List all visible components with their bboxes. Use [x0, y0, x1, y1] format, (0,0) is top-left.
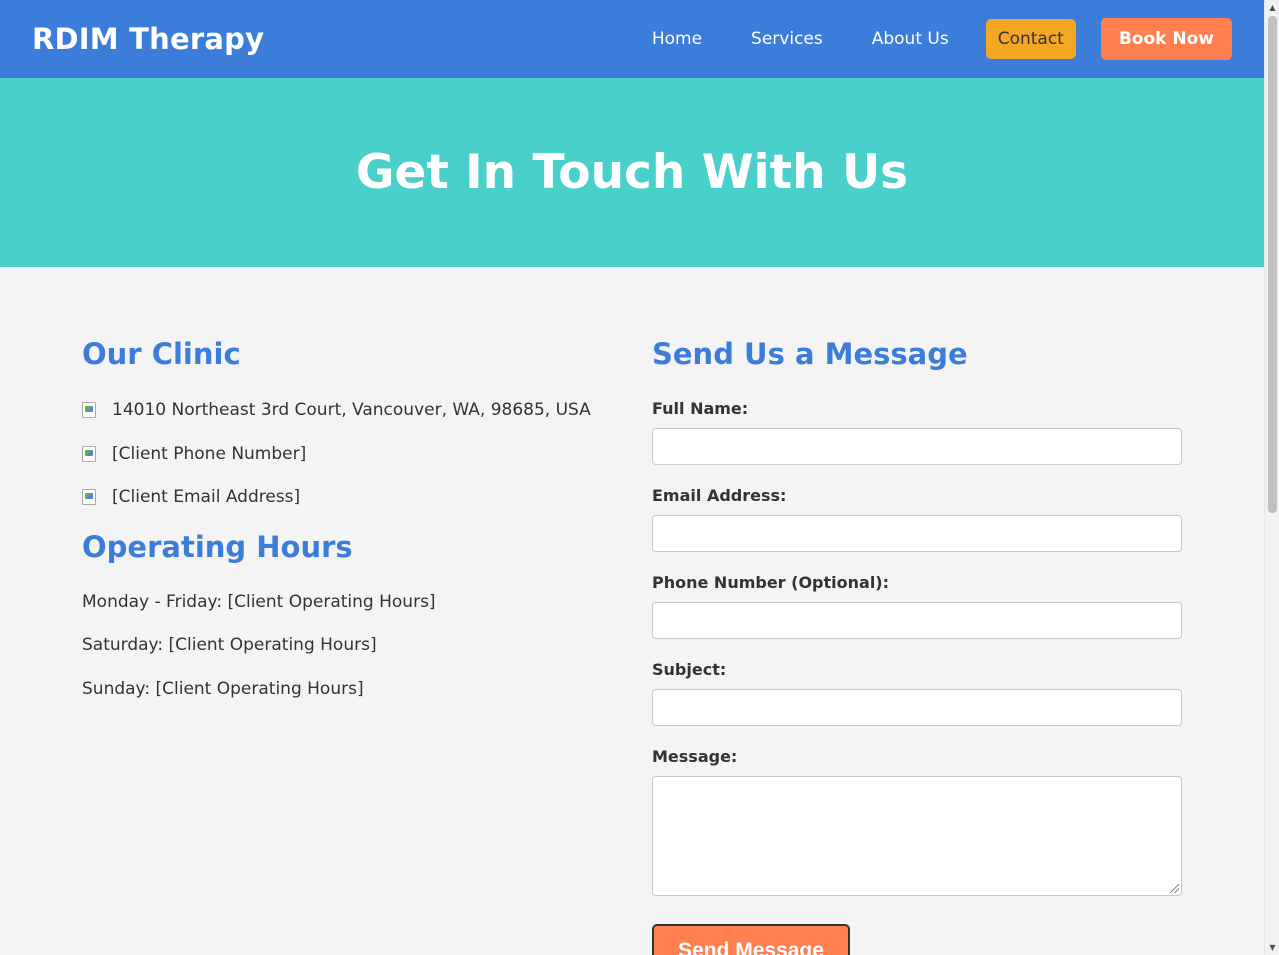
clinic-phone-text: [Client Phone Number]	[112, 443, 307, 464]
hours-weekday: Monday - Friday: [Client Operating Hours…	[82, 591, 436, 612]
full-name-label: Full Name:	[652, 399, 749, 418]
page: RDIM Therapy Home Services About Us Cont…	[0, 0, 1264, 955]
hours-sunday: Sunday: [Client Operating Hours]	[82, 678, 364, 699]
clinic-address-text: 14010 Northeast 3rd Court, Vancouver, WA…	[112, 400, 591, 420]
message-textarea[interactable]	[652, 776, 1182, 896]
nav-about-link[interactable]: About Us	[872, 20, 949, 58]
page-title: Get In Touch With Us	[355, 145, 909, 200]
vertical-scrollbar[interactable]: ▲ ▼	[1264, 0, 1279, 955]
location-icon	[82, 402, 98, 418]
full-name-input[interactable]	[652, 428, 1182, 465]
nav-services-link[interactable]: Services	[751, 20, 823, 58]
clinic-address-item: 14010 Northeast 3rd Court, Vancouver, WA…	[82, 399, 652, 421]
scroll-down-arrow-icon[interactable]: ▼	[1265, 940, 1279, 955]
phone-label: Phone Number (Optional):	[652, 573, 890, 592]
email-input[interactable]	[652, 515, 1182, 552]
contact-content: Our Clinic 14010 Northeast 3rd Court, Va…	[0, 267, 1264, 955]
book-now-button[interactable]: Book Now	[1100, 18, 1232, 60]
phone-input[interactable]	[652, 602, 1182, 639]
hero-banner: Get In Touch With Us	[0, 78, 1264, 267]
clinic-info-list: 14010 Northeast 3rd Court, Vancouver, WA…	[82, 399, 652, 508]
scroll-thumb[interactable]	[1268, 16, 1277, 513]
main-nav: Home Services About Us Contact Book Now	[652, 18, 1232, 60]
site-header: RDIM Therapy Home Services About Us Cont…	[0, 0, 1264, 78]
resize-handle-icon[interactable]	[1170, 884, 1179, 893]
form-heading: Send Us a Message	[652, 337, 968, 371]
message-form-column: Send Us a Message Full Name: Email Addre…	[652, 337, 1182, 955]
phone-icon	[82, 445, 98, 462]
scroll-up-arrow-icon[interactable]: ▲	[1265, 0, 1279, 15]
contact-form: Full Name: Email Address: Phone Number (…	[652, 399, 1182, 955]
email-icon	[82, 489, 98, 505]
hours-saturday: Saturday: [Client Operating Hours]	[82, 635, 377, 655]
hours-list: Monday - Friday: [Client Operating Hours…	[82, 592, 652, 701]
nav-contact-link[interactable]: Contact	[985, 19, 1076, 59]
nav-home-link[interactable]: Home	[652, 20, 702, 58]
clinic-heading: Our Clinic	[82, 337, 241, 371]
clinic-info-column: Our Clinic 14010 Northeast 3rd Court, Va…	[82, 337, 652, 955]
hours-heading: Operating Hours	[82, 529, 353, 564]
clinic-phone-item: [Client Phone Number]	[82, 443, 652, 465]
email-label: Email Address:	[652, 486, 787, 505]
send-message-button[interactable]: Send Message	[652, 924, 850, 955]
clinic-email-text: [Client Email Address]	[112, 487, 301, 507]
subject-label: Subject:	[652, 660, 727, 679]
site-logo[interactable]: RDIM Therapy	[32, 22, 264, 56]
message-label: Message:	[652, 747, 738, 766]
subject-input[interactable]	[652, 689, 1182, 726]
clinic-email-item: [Client Email Address]	[82, 486, 652, 508]
